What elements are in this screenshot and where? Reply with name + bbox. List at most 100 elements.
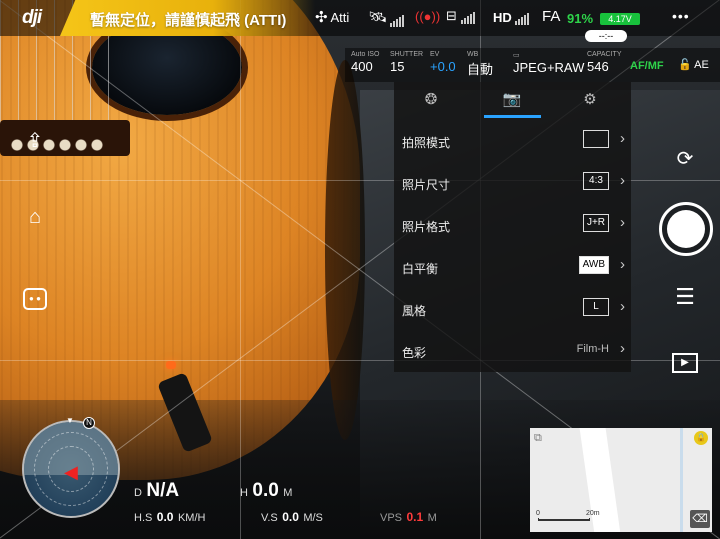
remote-controller-icon: ● ●: [23, 288, 47, 310]
north-indicator: N: [83, 417, 95, 429]
flight-mode-text: Atti: [330, 10, 350, 25]
ev-param: EV +0.0: [430, 51, 456, 74]
capacity-value: 546: [587, 59, 609, 74]
takeoff-icon: ⇪: [26, 130, 44, 152]
video-link-signal[interactable]: HD: [493, 10, 530, 25]
setting-row-color[interactable]: 色彩 Film-H ›: [394, 330, 631, 372]
chevron-right-icon: ›: [620, 130, 625, 147]
return-home-icon: ⌂: [28, 206, 42, 228]
language-icon[interactable]: FA: [542, 8, 560, 25]
setting-value-badge: L: [583, 298, 609, 316]
dji-logo[interactable]: dji: [22, 7, 42, 29]
battery-percent: 91%: [567, 11, 594, 26]
remote-controller-signal[interactable]: ⊟: [446, 8, 476, 24]
distance-label: D: [134, 487, 142, 499]
vps-readout: VPS 0.1 M: [380, 508, 437, 526]
camera-icon: 📷: [502, 91, 522, 108]
vps-value: 0.1: [406, 510, 424, 524]
remote-controller-button[interactable]: ● ●: [20, 284, 50, 314]
height-value: 0.0: [252, 480, 279, 501]
tab-exposure[interactable]: ❂: [416, 90, 446, 112]
setting-label: 風格: [402, 304, 427, 318]
setting-label: 色彩: [402, 346, 427, 360]
play-icon: ▶: [672, 353, 698, 373]
guitar-edge: [325, 60, 365, 440]
satellite-icon[interactable]: 🛰: [368, 8, 387, 26]
tab-camera[interactable]: 📷: [497, 90, 527, 112]
setting-label: 照片尺寸: [402, 178, 451, 192]
ae-lock-button[interactable]: 🔓 AE: [678, 58, 709, 71]
chevron-right-icon: ›: [620, 214, 625, 231]
tab-settings[interactable]: ⚙: [575, 90, 605, 112]
vps-unit: M: [427, 512, 437, 524]
chevron-right-icon: ›: [620, 340, 625, 357]
camera-settings-button[interactable]: ☰: [668, 284, 702, 310]
takeoff-button[interactable]: ⇪: [20, 128, 50, 158]
sliders-icon: ☰: [675, 284, 695, 309]
eraser-icon[interactable]: ⌫: [690, 510, 710, 528]
video-link-label: HD: [493, 10, 512, 25]
setting-row-photo-mode[interactable]: 拍照模式 ›: [394, 120, 631, 162]
ev-label: EV: [430, 51, 440, 58]
vps-label: VPS: [380, 512, 403, 524]
mini-map[interactable]: ⧉ 🔒 0 20m ⌫: [530, 428, 712, 532]
flight-time-remaining: --:--: [585, 30, 627, 42]
hspeed-label: H.S: [134, 512, 153, 524]
setting-row-photo-format[interactable]: 照片格式 J+R ›: [394, 204, 631, 246]
aircraft-heading-icon: ◀: [64, 462, 78, 482]
distance-value: N/A: [146, 480, 180, 501]
iso-label: Auto ISO: [351, 51, 380, 58]
wb-value: 自動: [467, 62, 494, 77]
remote-icon: ⊟: [446, 8, 457, 23]
attitude-radar[interactable]: ◀: [22, 420, 120, 518]
gps-signal-icon: [390, 12, 405, 27]
gear-icon: ⚙: [583, 91, 597, 108]
flight-mode-indicator[interactable]: ✣ Atti: [315, 8, 349, 26]
grid-line: [240, 0, 241, 539]
led-light: [166, 361, 176, 369]
more-menu-icon[interactable]: •••: [672, 8, 690, 24]
switch-camera-mode-button[interactable]: ⟳: [668, 146, 702, 171]
aperture-icon: ❂: [424, 91, 438, 108]
active-tab-indicator: [484, 115, 541, 118]
map-layer-icon[interactable]: ⧉: [534, 432, 542, 445]
wb-label: WB: [467, 51, 479, 58]
setting-value-badge: AWB: [578, 256, 609, 274]
af-mf-toggle[interactable]: AF/MF: [630, 60, 664, 72]
shutter-value: 15: [390, 59, 405, 74]
hspeed-unit: KM/H: [177, 512, 206, 524]
scale-end-label: 20m: [586, 510, 600, 517]
map-lock-icon[interactable]: 🔒: [694, 431, 708, 445]
setting-value-text: Film-H: [576, 343, 609, 355]
vspeed-value: 0.0: [282, 510, 299, 524]
height-label: H: [240, 487, 248, 499]
chevron-right-icon: ›: [620, 256, 625, 273]
camera-switch-icon: ⟳: [676, 148, 694, 170]
shutter-button[interactable]: [659, 202, 713, 256]
scale-start-label: 0: [536, 510, 540, 517]
height-unit: M: [283, 487, 293, 499]
setting-value-badge: J+R: [582, 214, 609, 232]
iso-value: 400: [351, 59, 373, 74]
shutter-param: SHUTTER 15: [390, 51, 423, 74]
ev-value: +0.0: [430, 59, 456, 74]
setting-row-style[interactable]: 風格 L ›: [394, 288, 631, 330]
battery-voltage-badge[interactable]: 4.17V: [600, 13, 640, 25]
flight-telemetry: D N/A H 0.0 M H.S 0.0 KM/H V.S 0.0 M/S V…: [128, 470, 528, 539]
photo-mode-icon: [583, 130, 609, 148]
iso-param: Auto ISO 400: [351, 51, 379, 74]
format-value: JPEG+RAW: [513, 60, 585, 75]
camera-settings-panel: ❂ 📷 ⚙ 拍照模式 › 照片尺寸 4:3 › 照片格式 J+R › 白平衡 A…: [394, 82, 631, 372]
shutter-inner: [667, 210, 705, 248]
vspeed-label: V.S: [261, 512, 278, 524]
return-home-button[interactable]: ⌂: [20, 206, 50, 236]
rc-signal-icon[interactable]: ((●)): [415, 9, 440, 24]
setting-row-white-balance[interactable]: 白平衡 AWB ›: [394, 246, 631, 288]
lock-icon: 🔓: [678, 59, 692, 71]
vspeed-unit: M/S: [303, 512, 323, 524]
home-direction-icon: ▼: [66, 416, 74, 425]
playback-button[interactable]: ▶: [668, 352, 702, 373]
setting-label: 照片格式: [402, 220, 451, 234]
map-road: [680, 428, 683, 532]
setting-row-photo-size[interactable]: 照片尺寸 4:3 ›: [394, 162, 631, 204]
